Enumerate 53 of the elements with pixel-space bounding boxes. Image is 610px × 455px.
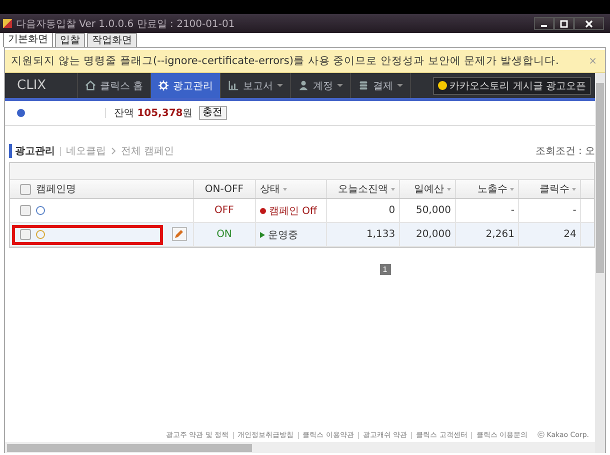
table-cell-text: 운영중 xyxy=(268,228,298,242)
table-cell: ON xyxy=(193,222,256,246)
column-header[interactable]: ON-OFF xyxy=(193,180,256,198)
chevron-icon xyxy=(111,147,116,155)
checkbox[interactable] xyxy=(20,228,31,240)
person-icon xyxy=(298,80,310,91)
status-dot-icon xyxy=(260,208,266,214)
minimize-button[interactable] xyxy=(534,17,554,30)
logo: CLIX xyxy=(5,73,78,98)
table-cell: 24 xyxy=(518,222,581,246)
page-button[interactable]: 1 xyxy=(380,264,390,275)
nav-item[interactable]: 결제 xyxy=(351,73,412,98)
nav-item[interactable]: 광고관리 xyxy=(151,73,222,98)
close-icon xyxy=(585,20,593,28)
maximize-button[interactable] xyxy=(554,17,574,30)
table-cell: 20,000 xyxy=(400,222,456,246)
pencil-icon xyxy=(174,229,184,239)
checkbox[interactable] xyxy=(20,184,31,195)
home-icon xyxy=(85,80,96,91)
chart-icon xyxy=(228,80,240,91)
query-label: 조회조건 : 오 xyxy=(535,145,595,158)
horizontal-scrollbar[interactable] xyxy=(5,442,595,453)
window-title: 다음자동입찰 Ver 1.0.0.6 만료일 : 2100-01-01 xyxy=(16,18,235,30)
play-icon xyxy=(260,232,265,238)
vertical-scrollbar[interactable] xyxy=(595,73,605,453)
checkbox[interactable] xyxy=(20,204,31,216)
charge-button[interactable]: 충전 xyxy=(198,106,227,120)
coin-icon xyxy=(438,81,447,90)
table-cell-text: 캠페인 Off xyxy=(268,204,317,218)
tab[interactable]: 기본화면 xyxy=(3,32,53,47)
maximize-icon xyxy=(560,20,568,28)
column-header[interactable]: 일예산 xyxy=(400,180,456,198)
table-cell: 2,261 xyxy=(455,222,519,246)
warning-text: 지원되지 않는 명령줄 플래그(--ignore-certificate-errors)를 사용 중이므로 안정성과 보안에 문제가 발생합니다. xyxy=(11,54,559,68)
column-header[interactable]: 캠페인명 xyxy=(10,180,194,198)
app-icon xyxy=(3,19,12,28)
close-button[interactable] xyxy=(574,17,604,30)
coins-icon xyxy=(358,80,370,91)
balance-text: 잔액 105,378원 xyxy=(114,107,193,120)
table-cell: 1,133 xyxy=(326,222,400,246)
account-icon xyxy=(17,109,25,117)
tab[interactable]: 작업화면 xyxy=(87,33,137,47)
column-header[interactable]: 오늘소진액 xyxy=(326,180,400,198)
gear-icon xyxy=(158,80,170,91)
tab[interactable]: 입찰 xyxy=(55,33,85,47)
column-header[interactable]: 클릭수 xyxy=(518,180,581,198)
nav-item[interactable]: 보고서 xyxy=(221,73,292,98)
nav-item[interactable]: 계정 xyxy=(291,73,352,98)
column-header[interactable]: 노출수 xyxy=(455,180,519,198)
promo-button[interactable]: 카카오스토리 게시글 광고오픈 xyxy=(432,76,591,94)
breadcrumb-item[interactable]: 광고관리 xyxy=(9,144,55,158)
edit-button[interactable] xyxy=(172,227,187,241)
column-header[interactable]: 상태 xyxy=(255,180,327,198)
